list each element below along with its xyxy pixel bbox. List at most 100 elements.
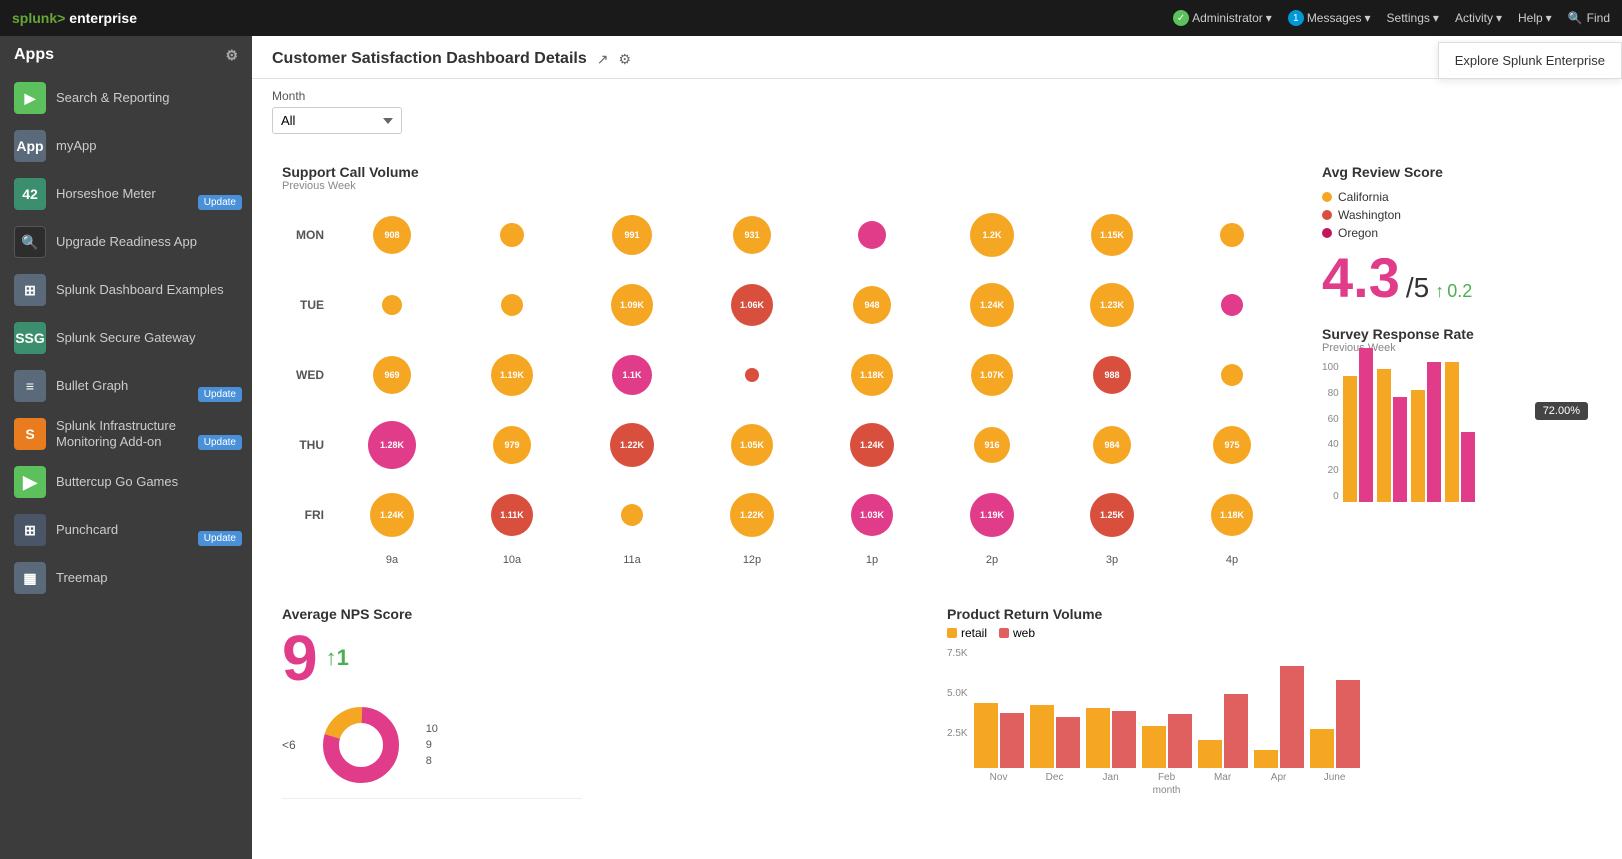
bubble-cell: 1.06K [692, 270, 812, 340]
prv-x-label-June: June [1310, 772, 1360, 783]
col-labels: 9a10a11a12p1p2p3p4p [282, 554, 1292, 566]
sidebar-item-punchcard[interactable]: ⊞PunchcardUpdate [0, 506, 252, 554]
avg-score-value: 4.3 /5 ↑ 0.2 [1322, 250, 1592, 306]
score-denom: /5 [1406, 272, 1429, 304]
bubble-cell [812, 200, 932, 270]
prv-chart-wrap: 7.5K 5.0K 2.5K NovDecJanFebMarAprJune mo… [947, 648, 1592, 796]
bullet-graph-icon: ≡ [14, 370, 46, 402]
splunk-dashboard-label: Splunk Dashboard Examples [56, 282, 224, 298]
survey-bar-orange [1343, 376, 1357, 502]
row-label-wed: WED [282, 340, 332, 410]
admin-menu[interactable]: ✓ Administrator ▾ [1173, 10, 1272, 26]
right-panel: Avg Review Score California Washington O… [1302, 154, 1602, 576]
dashboard-title: Customer Satisfaction Dashboard Details [272, 50, 587, 68]
nps-title: Average NPS Score [282, 606, 927, 622]
splunk-infra-icon: S [14, 418, 46, 450]
apps-title: Apps [14, 46, 54, 64]
logo[interactable]: splunk>enterprise [12, 10, 137, 26]
sidebar-item-splunk-infra[interactable]: SSplunk Infrastructure Monitoring Add-on… [0, 410, 252, 458]
sidebar-item-splunk-secure[interactable]: SSGSplunk Secure Gateway [0, 314, 252, 362]
bubble: 1.1K [612, 355, 652, 395]
dashboard-grid: Support Call Volume Previous Week MON908… [252, 144, 1622, 586]
treemap-label: Treemap [56, 570, 108, 586]
y-80: 80 [1322, 388, 1339, 399]
bubble-cell: 1.03K [812, 480, 932, 550]
prv-bar-red [1056, 717, 1080, 768]
help-menu[interactable]: Help ▾ [1518, 11, 1552, 25]
punchcard-update-badge[interactable]: Update [198, 531, 242, 546]
bubble: 1.11K [491, 494, 533, 536]
bubble-cell [452, 200, 572, 270]
explore-banner[interactable]: Explore Splunk Enterprise [1438, 42, 1622, 79]
messages-badge: 1 [1288, 10, 1304, 26]
prv-label-retail: retail [961, 626, 987, 640]
col-label-12p: 12p [692, 554, 812, 566]
bubble-cell [692, 340, 812, 410]
nps-big: 9 ↑1 [282, 626, 927, 690]
bubble: 1.07K [971, 354, 1013, 396]
row-label-fri: FRI [282, 480, 332, 550]
topnav-right: ✓ Administrator ▾ 1 Messages ▾ Settings … [1173, 10, 1610, 26]
activity-menu[interactable]: Activity ▾ [1455, 11, 1502, 25]
bubble [621, 504, 643, 526]
search-reporting-icon: ▶ [14, 82, 46, 114]
survey-bar-group [1377, 369, 1407, 502]
col-label-2p: 2p [932, 554, 1052, 566]
messages-chevron: ▾ [1365, 11, 1371, 25]
sidebar-item-splunk-dashboard[interactable]: ⊞Splunk Dashboard Examples [0, 266, 252, 314]
apps-gear-icon[interactable]: ⚙ [225, 47, 238, 64]
nps-panel: Average NPS Score 9 ↑1 <6 10 9 8 [272, 596, 937, 809]
buttercup-games-label: Buttercup Go Games [56, 474, 178, 490]
logo-splunk: splunk> [12, 10, 65, 26]
bullet-graph-update-badge[interactable]: Update [198, 387, 242, 402]
y-100: 100 [1322, 362, 1339, 373]
splunk-infra-update-badge[interactable]: Update [198, 435, 242, 450]
sidebar-item-bullet-graph[interactable]: ≡Bullet GraphUpdate [0, 362, 252, 410]
bubble-cell [1172, 270, 1292, 340]
prv-bar-red [1168, 714, 1192, 768]
prv-x-label-Nov: Nov [974, 772, 1024, 783]
legend-dot-oregon [1322, 228, 1332, 238]
bubble: 1.22K [610, 423, 654, 467]
bubble: 916 [974, 427, 1010, 463]
legend-label-california: California [1338, 190, 1389, 204]
bubble: 1.19K [970, 493, 1014, 537]
donut-label-8: 8 [426, 755, 438, 767]
horseshoe-meter-update-badge[interactable]: Update [198, 195, 242, 210]
find-button[interactable]: 🔍 Find [1568, 11, 1610, 25]
sidebar-item-search-reporting[interactable]: ▶Search & Reporting [0, 74, 252, 122]
settings-menu[interactable]: Settings ▾ [1387, 11, 1439, 25]
survey-response-panel: Survey Response Rate Previous Week 100 8… [1322, 326, 1592, 502]
bubble-cell: 1.24K [932, 270, 1052, 340]
bubble-cell: 1.18K [812, 340, 932, 410]
sidebar-item-treemap[interactable]: ▦Treemap [0, 554, 252, 602]
external-link-icon[interactable]: ↗ [597, 51, 609, 68]
bubble: 988 [1093, 356, 1131, 394]
month-filter-select[interactable]: All [272, 107, 402, 134]
dashboard-settings-icon[interactable]: ⚙ [618, 51, 631, 68]
sidebar-header: Apps ⚙ [0, 36, 252, 74]
sidebar-item-horseshoe-meter[interactable]: 42Horseshoe MeterUpdate [0, 170, 252, 218]
col-label-1p: 1p [812, 554, 932, 566]
bubble-cell: 908 [332, 200, 452, 270]
sidebar-item-buttercup-games[interactable]: ▶Buttercup Go Games [0, 458, 252, 506]
sidebar-item-myapp[interactable]: AppmyApp [0, 122, 252, 170]
bubble-grid: MON9089919311.2K1.15KTUE1.09K1.06K9481.2… [282, 200, 1292, 550]
prv-x-label-Dec: Dec [1030, 772, 1080, 783]
nps-donut-chart [316, 700, 406, 790]
messages-menu[interactable]: 1 Messages ▾ [1288, 10, 1371, 26]
bubble: 1.03K [851, 494, 893, 536]
product-return-panel: Product Return Volume retail web 7.5K 5.… [937, 596, 1602, 809]
admin-label: Administrator [1192, 11, 1263, 25]
bubble: 1.28K [368, 421, 416, 469]
sidebar-item-upgrade-readiness[interactable]: 🔍Upgrade Readiness App [0, 218, 252, 266]
bubble: 1.09K [611, 284, 653, 326]
prv-dot-web [999, 628, 1009, 638]
settings-chevron: ▾ [1433, 11, 1439, 25]
bubble-cell: 1.23K [1052, 270, 1172, 340]
survey-title: Survey Response Rate [1322, 326, 1592, 342]
col-label-11a: 11a [572, 554, 692, 566]
month-filter-label: Month [272, 89, 1602, 103]
sidebar-items-container: ▶Search & ReportingAppmyApp42Horseshoe M… [0, 74, 252, 602]
nps-donut-label-left: <6 [282, 738, 296, 752]
